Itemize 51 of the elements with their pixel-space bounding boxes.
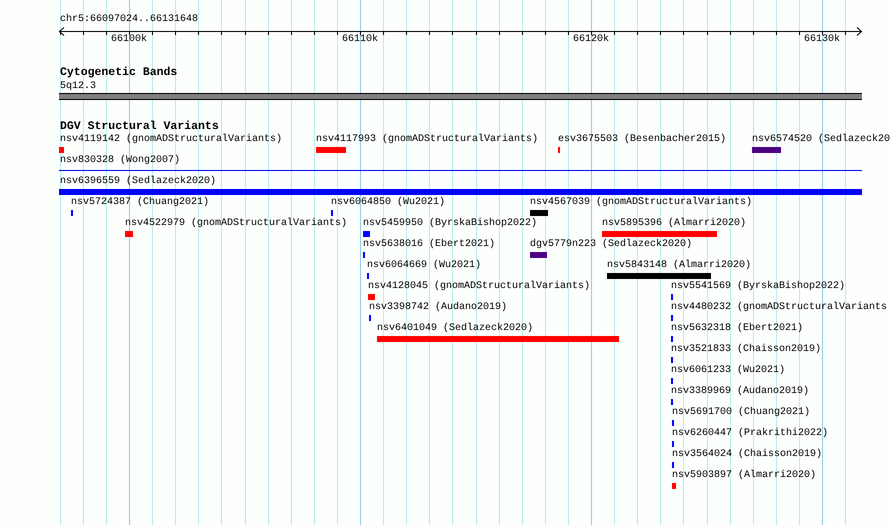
feature-label[interactable]: nsv6064669 (Wu2021) (367, 260, 482, 272)
feature-label[interactable]: nsv6396559 (Sedlazeck2020) (60, 176, 216, 188)
feature-bar[interactable] (368, 294, 375, 300)
feature-label[interactable]: nsv4128045 (gnomADStructuralVariants) (368, 281, 590, 293)
feature-label[interactable]: nsv5691700 (Chuang2021) (672, 407, 810, 419)
feature-label[interactable]: nsv3389969 (Audano2019) (671, 386, 810, 398)
feature-label[interactable]: nsv4522979 (gnomADStructuralVariants) (125, 218, 348, 230)
feature-label[interactable]: nsv4119142 (gnomADStructuralVariants) (60, 134, 282, 146)
feature-bar[interactable] (530, 252, 547, 258)
location-label: chr5:66097024..66131648 (60, 14, 198, 26)
scale-label: 66130k (802, 34, 841, 46)
scale-label: 66100k (110, 34, 148, 46)
feature-bar[interactable] (607, 273, 711, 279)
feature-label[interactable]: dgv5779n223 (Sedlazeck2020) (530, 239, 692, 251)
feature-bar[interactable] (316, 147, 346, 153)
feature-label[interactable]: nsv6260447 (Prakrithi2022) (672, 428, 828, 440)
feature-label[interactable]: nsv5895396 (Almarri2020) (602, 218, 746, 230)
feature-label[interactable]: nsv3521833 (Chaisson2019) (671, 344, 822, 356)
feature-bar[interactable] (59, 147, 64, 153)
scale-label: 66120k (572, 34, 610, 46)
feature-bar[interactable] (377, 336, 619, 342)
feature-label[interactable]: nsv6401049 (Sedlazeck2020) (377, 323, 534, 335)
feature-bar[interactable] (672, 483, 676, 489)
feature-bar[interactable] (363, 231, 370, 237)
feature-bar[interactable] (752, 147, 781, 153)
feature-label[interactable]: nsv6061233 (Wu2021) (671, 365, 786, 377)
feature-label[interactable]: nsv6574520 (Sedlazeck20 (752, 134, 890, 146)
feature-line[interactable] (59, 170, 862, 171)
feature-bar[interactable] (59, 189, 862, 195)
feature-label[interactable]: nsv4480232 (gnomADStructuralVariants (671, 302, 888, 314)
feature-label[interactable]: esv3675503 (Besenbacher2015) (558, 134, 726, 146)
feature-label[interactable]: nsv4567039 (gnomADStructuralVariants) (530, 197, 752, 209)
feature-label[interactable]: nsv830328 (Wong2007) (60, 155, 180, 167)
feature-label[interactable]: nsv5632318 (Ebert2021) (671, 323, 804, 335)
feature-label[interactable]: nsv5843148 (Almarri2020) (607, 260, 752, 272)
track-title: Cytogenetic Bands (60, 66, 178, 80)
feature-label[interactable]: nsv5903897 (Almarri2020) (672, 470, 816, 482)
feature-label[interactable]: nsv6064850 (Wu2021) (331, 197, 446, 209)
feature-label[interactable]: nsv3398742 (Audano2019) (369, 302, 508, 314)
band-label: 5q12.3 (60, 81, 96, 93)
feature-label[interactable]: nsv5541569 (ByrskaBishop2022) (671, 281, 846, 293)
feature-bar[interactable] (602, 231, 717, 237)
feature-label[interactable]: nsv5459950 (ByrskaBishop2022) (363, 218, 538, 230)
feature-bar[interactable] (125, 231, 133, 237)
feature-label[interactable]: nsv5724387 (Chuang2021) (71, 197, 210, 209)
feature-label[interactable]: nsv4117993 (gnomADStructuralVariants) (316, 134, 538, 146)
track-title: DGV Structural Variants (60, 120, 219, 134)
scale-label: 66110k (340, 34, 379, 46)
feature-bar[interactable] (530, 210, 548, 216)
feature-label[interactable]: nsv3564024 (Chaisson2019) (672, 449, 822, 461)
feature-label[interactable]: nsv5638016 (Ebert2021) (363, 239, 496, 251)
